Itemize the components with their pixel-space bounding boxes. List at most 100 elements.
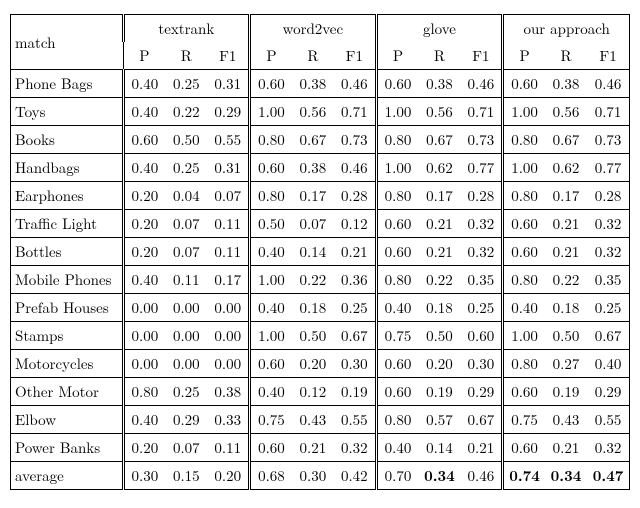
cell-value: 0.28 (587, 182, 629, 210)
header-metric: P (250, 42, 292, 70)
cell-value: 0.50 (165, 126, 207, 154)
cell-value: 0.75 (250, 406, 292, 434)
cell-value: 0.46 (587, 70, 629, 98)
cell-value: 0.36 (334, 266, 376, 294)
row-label: Books (11, 126, 124, 154)
cell-value: 0.21 (461, 434, 503, 462)
cell-value: 0.20 (418, 350, 460, 378)
cell-value: 0.40 (250, 378, 292, 406)
cell-value: 0.00 (123, 294, 165, 322)
table-row: Elbow0.400.290.330.750.430.550.800.570.6… (11, 406, 630, 434)
cell-value: 0.27 (545, 350, 587, 378)
cell-value: 0.30 (334, 350, 376, 378)
header-metric: F1 (334, 42, 376, 70)
table-row: Power Banks0.200.070.110.600.210.320.400… (11, 434, 630, 462)
cell-value: 1.00 (376, 98, 418, 126)
cell-value: 0.40 (123, 266, 165, 294)
table-row: average0.300.150.200.680.300.420.700.340… (11, 462, 630, 490)
cell-value: 0.80 (250, 126, 292, 154)
cell-value: 0.80 (503, 350, 545, 378)
cell-value: 0.32 (587, 434, 629, 462)
results-table: match textrank word2vec glove our approa… (10, 14, 630, 490)
cell-value: 0.38 (207, 378, 249, 406)
cell-value: 0.60 (250, 154, 292, 182)
cell-value: 0.47 (587, 462, 629, 490)
table-row: Prefab Houses0.000.000.000.400.180.250.4… (11, 294, 630, 322)
cell-value: 0.56 (545, 98, 587, 126)
cell-value: 0.46 (461, 462, 503, 490)
cell-value: 0.60 (376, 210, 418, 238)
cell-value: 0.46 (461, 70, 503, 98)
cell-value: 0.77 (587, 154, 629, 182)
cell-value: 0.40 (503, 294, 545, 322)
cell-value: 0.62 (545, 154, 587, 182)
cell-value: 0.32 (461, 210, 503, 238)
cell-value: 1.00 (250, 322, 292, 350)
cell-value: 0.14 (418, 434, 460, 462)
cell-value: 0.73 (461, 126, 503, 154)
cell-value: 0.67 (334, 322, 376, 350)
cell-value: 0.42 (334, 462, 376, 490)
cell-value: 0.80 (123, 378, 165, 406)
table-row: Motorcycles0.000.000.000.600.200.300.600… (11, 350, 630, 378)
cell-value: 0.20 (123, 238, 165, 266)
cell-value: 0.60 (503, 238, 545, 266)
table-row: Mobile Phones0.400.110.171.000.220.360.8… (11, 266, 630, 294)
cell-value: 0.18 (418, 294, 460, 322)
cell-value: 0.67 (292, 126, 334, 154)
row-label: Motorcycles (11, 350, 124, 378)
cell-value: 0.12 (292, 378, 334, 406)
cell-value: 0.25 (165, 378, 207, 406)
cell-value: 0.07 (165, 238, 207, 266)
cell-value: 0.25 (334, 294, 376, 322)
cell-value: 0.60 (250, 350, 292, 378)
cell-value: 0.46 (334, 154, 376, 182)
cell-value: 0.29 (587, 378, 629, 406)
cell-value: 0.18 (545, 294, 587, 322)
cell-value: 0.67 (461, 406, 503, 434)
row-label: Elbow (11, 406, 124, 434)
table-row: Handbags0.400.250.310.600.380.461.000.62… (11, 154, 630, 182)
cell-value: 0.67 (587, 322, 629, 350)
cell-value: 0.20 (123, 210, 165, 238)
cell-value: 0.28 (334, 182, 376, 210)
header-metric: P (376, 42, 418, 70)
cell-value: 0.21 (418, 210, 460, 238)
cell-value: 0.00 (207, 350, 249, 378)
cell-value: 0.32 (334, 434, 376, 462)
header-corner: match (11, 15, 124, 70)
table-row: Stamps0.000.000.001.000.500.670.750.500.… (11, 322, 630, 350)
cell-value: 0.00 (165, 322, 207, 350)
table-row: Earphones0.200.040.070.800.170.280.800.1… (11, 182, 630, 210)
cell-value: 0.40 (123, 98, 165, 126)
row-label: Power Banks (11, 434, 124, 462)
table-body: Phone Bags0.400.250.310.600.380.460.600.… (11, 70, 630, 490)
cell-value: 0.62 (418, 154, 460, 182)
cell-value: 0.07 (292, 210, 334, 238)
header-metric: R (292, 42, 334, 70)
cell-value: 1.00 (250, 98, 292, 126)
cell-value: 0.71 (334, 98, 376, 126)
cell-value: 0.00 (165, 294, 207, 322)
cell-value: 0.18 (292, 294, 334, 322)
cell-value: 1.00 (250, 266, 292, 294)
row-label: Earphones (11, 182, 124, 210)
cell-value: 0.56 (292, 98, 334, 126)
row-label: Traffic Light (11, 210, 124, 238)
cell-value: 0.40 (123, 154, 165, 182)
cell-value: 0.80 (503, 266, 545, 294)
cell-value: 0.11 (165, 266, 207, 294)
cell-value: 0.31 (207, 154, 249, 182)
cell-value: 0.19 (334, 378, 376, 406)
cell-value: 0.21 (545, 434, 587, 462)
cell-value: 0.75 (376, 322, 418, 350)
cell-value: 0.50 (250, 210, 292, 238)
row-label: Handbags (11, 154, 124, 182)
cell-value: 0.25 (461, 294, 503, 322)
cell-value: 0.35 (461, 266, 503, 294)
cell-value: 0.73 (587, 126, 629, 154)
cell-value: 0.50 (418, 322, 460, 350)
cell-value: 0.30 (461, 350, 503, 378)
header-metric: R (545, 42, 587, 70)
cell-value: 0.20 (123, 182, 165, 210)
